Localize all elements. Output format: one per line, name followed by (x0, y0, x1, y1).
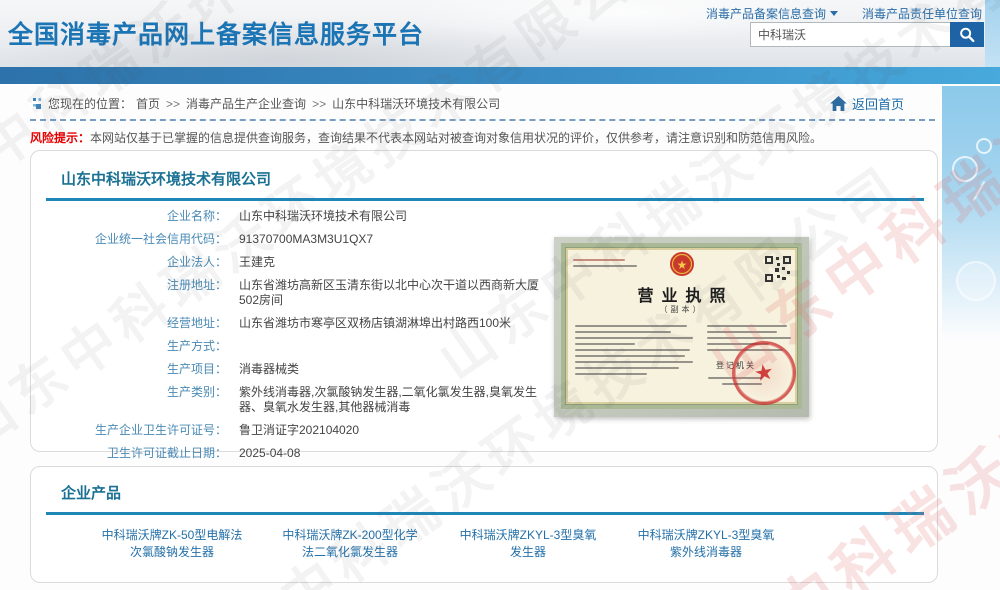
nav-responsible-unit-query[interactable]: 消毒产品责任单位查询 (862, 5, 982, 22)
risk-notice: 风险提示：本网站仅基于已掌握的信息提供查询服务，查询结果不代表本网站对被查询对象… (30, 129, 822, 146)
field-value: 消毒器械类 (239, 362, 299, 377)
breadcrumb-separator: >> (166, 97, 180, 111)
field-value: 王建克 (239, 255, 275, 270)
nav-responsible-unit-query-label: 消毒产品责任单位查询 (862, 5, 982, 22)
return-home-link[interactable]: 返回首页 (830, 94, 904, 113)
field-row: 生产类别： 紫外线消毒器,次氯酸钠发生器,二氧化氯发生器,臭氧发生器、臭氧水发生器… (31, 385, 591, 415)
field-row: 经营地址： 山东省潍坊市寒亭区双杨店镇湖淋埠出村路西100米 (31, 316, 591, 331)
field-row: 生产项目： 消毒器械类 (31, 362, 591, 377)
chevron-down-icon (830, 11, 838, 16)
field-value: 山东省潍坊高新区玉清东街以北中心次干道以西商新大厦502房间 (239, 278, 551, 308)
product-link[interactable]: 中科瑞沃牌ZKYL-3型臭氧紫外线消毒器 (617, 527, 795, 561)
field-row: 卫生许可证截止日期： 2025-04-08 (31, 446, 591, 461)
molecule-bond (973, 181, 986, 201)
seal-star-icon: ★ (752, 360, 775, 385)
field-label: 企业统一社会信用代码： (31, 232, 227, 247)
field-label: 生产项目： (31, 362, 227, 377)
field-label: 注册地址： (31, 278, 227, 308)
license-paper: ★ 营业执照 （副本） (561, 243, 802, 409)
field-row: 企业名称： 山东中科瑞沃环境技术有限公司 (31, 209, 591, 224)
field-label: 经营地址： (31, 316, 227, 331)
field-label: 生产企业卫生许可证号： (31, 423, 227, 438)
field-row: 企业法人： 王建克 (31, 255, 591, 270)
field-row: 生产方式： (31, 339, 591, 354)
title-underline (46, 198, 924, 201)
field-value: 紫外线消毒器,次氯酸钠发生器,二氧化氯发生器,臭氧发生器、臭氧水发生器,其他器械… (239, 385, 551, 415)
search-button[interactable] (950, 22, 984, 47)
molecule-ring-icon (956, 261, 996, 301)
field-value: 山东省潍坊市寒亭区双杨店镇湖淋埠出村路西100米 (239, 316, 511, 331)
license-body-left (575, 325, 697, 379)
products-title: 企业产品 (61, 482, 121, 503)
company-title: 山东中科瑞沃环境技术有限公司 (61, 168, 271, 189)
navbar-strip (0, 67, 1000, 85)
nav-record-info-query-label: 消毒产品备案信息查询 (706, 5, 826, 22)
product-list: 中科瑞沃牌ZK-50型电解法次氯酸钠发生器 中科瑞沃牌ZK-200型化学法二氧化… (83, 527, 795, 561)
breadcrumb: 您现在的位置： 首页 >> 消毒产品生产企业查询 >> 山东中科瑞沃环境技术有限… (30, 95, 500, 112)
header: 全国消毒产品网上备案信息服务平台 消毒产品备案信息查询 消毒产品责任单位查询 (0, 0, 1000, 67)
field-label: 生产类别： (31, 385, 227, 415)
field-label: 卫生许可证截止日期： (31, 446, 227, 461)
corner-decoration (985, 0, 1000, 67)
breadcrumb-separator: >> (312, 97, 326, 111)
field-value: 山东中科瑞沃环境技术有限公司 (239, 209, 407, 224)
search-bar (750, 22, 984, 47)
field-row: 注册地址： 山东省潍坊高新区玉清东街以北中心次干道以西商新大厦502房间 (31, 278, 591, 308)
search-input[interactable] (750, 22, 950, 47)
national-emblem-icon: ★ (669, 250, 695, 285)
home-icon (830, 96, 847, 111)
svg-text:★: ★ (676, 258, 687, 272)
dashed-divider (30, 119, 935, 121)
nav-record-info-query[interactable]: 消毒产品备案信息查询 (706, 5, 838, 22)
risk-notice-text: 本网站仅基于已掌握的信息提供查询服务，查询结果不代表本网站对被查询对象信用状况的… (90, 131, 822, 145)
license-subtitle: （副本） (565, 304, 798, 315)
page: 全国消毒产品网上备案信息服务平台 消毒产品备案信息查询 消毒产品责任单位查询 (0, 0, 1000, 590)
product-link[interactable]: 中科瑞沃牌ZKYL-3型臭氧发生器 (439, 527, 617, 561)
molecule-ring-icon (976, 138, 992, 154)
breadcrumb-home-link[interactable]: 首页 (136, 95, 160, 112)
field-value: 2025-04-08 (239, 446, 300, 461)
breadcrumb-prefix: 您现在的位置： (48, 95, 132, 112)
breadcrumb-enterprise-query-link[interactable]: 消毒产品生产企业查询 (186, 95, 306, 112)
company-fields: 企业名称： 山东中科瑞沃环境技术有限公司 企业统一社会信用代码： 91370700M… (31, 209, 591, 469)
molecule-decoration (942, 86, 1000, 341)
field-row: 企业统一社会信用代码： 91370700MA3M3U1QX7 (31, 232, 591, 247)
license-header-lines (573, 259, 637, 271)
product-link[interactable]: 中科瑞沃牌ZK-50型电解法次氯酸钠发生器 (83, 527, 261, 561)
products-card: 企业产品 中科瑞沃牌ZK-50型电解法次氯酸钠发生器 中科瑞沃牌ZK-200型化… (30, 466, 938, 583)
title-underline (46, 512, 924, 515)
search-icon (958, 26, 976, 44)
site-title: 全国消毒产品网上备案信息服务平台 (8, 15, 424, 51)
field-label: 企业法人： (31, 255, 227, 270)
breadcrumb-current: 山东中科瑞沃环境技术有限公司 (332, 95, 500, 112)
return-home-label: 返回首页 (852, 94, 904, 113)
top-nav: 消毒产品备案信息查询 消毒产品责任单位查询 (706, 5, 982, 22)
business-license-image: ★ 营业执照 （副本） (554, 237, 809, 417)
risk-notice-label: 风险提示： (30, 131, 90, 145)
field-label: 企业名称： (31, 209, 227, 224)
field-value: 鲁卫消证字202104020 (239, 423, 359, 438)
field-label: 生产方式： (31, 339, 227, 354)
qr-code (764, 255, 792, 288)
field-row: 生产企业卫生许可证号： 鲁卫消证字202104020 (31, 423, 591, 438)
location-icon (30, 98, 41, 109)
company-card: 山东中科瑞沃环境技术有限公司 企业名称： 山东中科瑞沃环境技术有限公司 企业统一社… (30, 150, 938, 452)
molecule-ring-icon (952, 156, 978, 182)
field-value: 91370700MA3M3U1QX7 (239, 232, 373, 247)
product-link[interactable]: 中科瑞沃牌ZK-200型化学法二氧化氯发生器 (261, 527, 439, 561)
